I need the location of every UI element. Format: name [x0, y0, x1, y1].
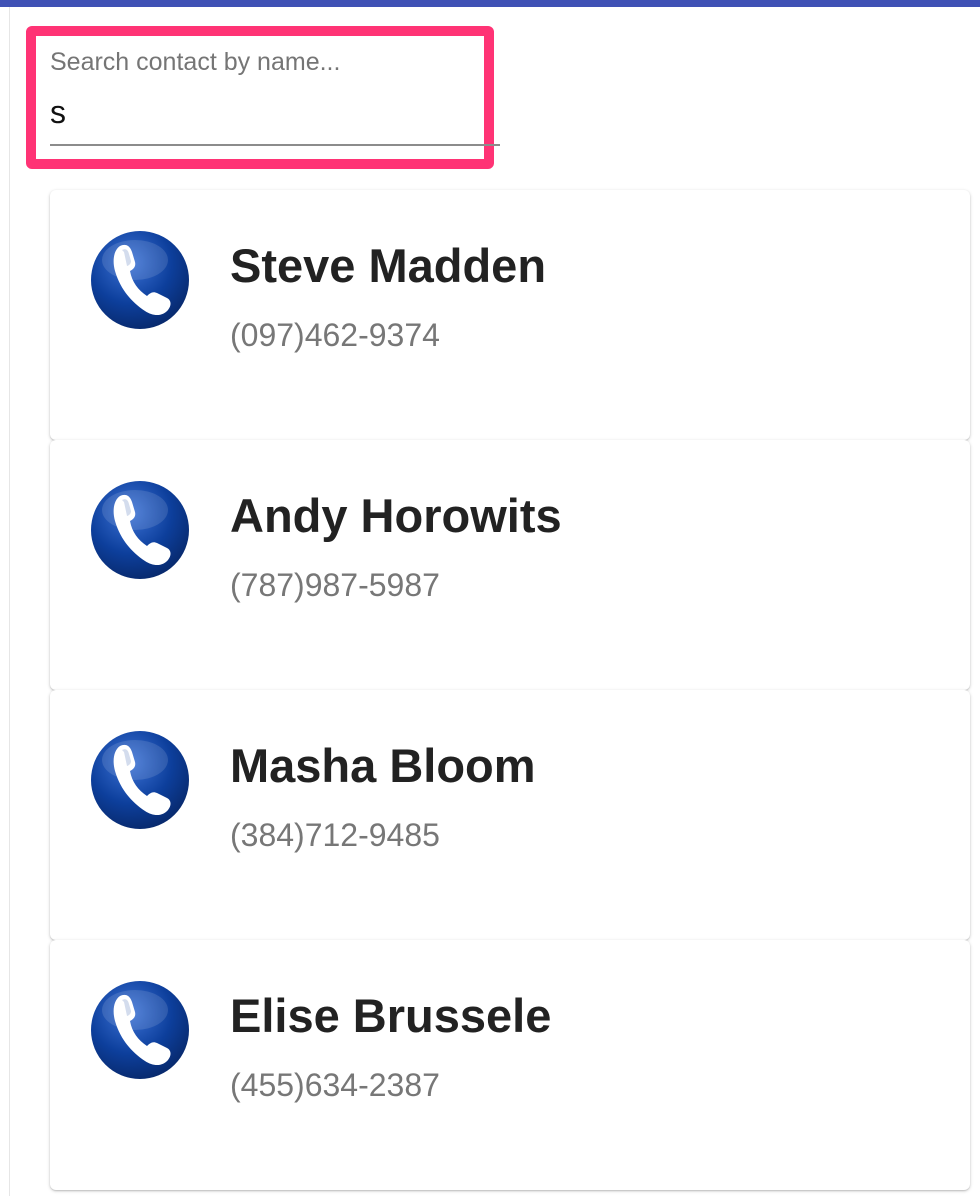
- contact-card[interactable]: Elise Brussele (455)634-2387: [50, 940, 970, 1190]
- contact-phone: (787)987-5987: [230, 567, 440, 603]
- contact-name: Elise Brussele: [230, 989, 552, 1042]
- contact-card[interactable]: Andy Horowits (787)987-5987: [50, 440, 970, 690]
- contact-name: Steve Madden: [230, 239, 547, 292]
- phone-icon[interactable]: [90, 730, 190, 830]
- app-bar: [0, 0, 980, 7]
- search-input[interactable]: [50, 90, 490, 134]
- phone-icon[interactable]: [90, 230, 190, 330]
- divider: [9, 7, 10, 1196]
- contact-phone: (455)634-2387: [230, 1067, 440, 1103]
- contact-card[interactable]: Masha Bloom (384)712-9485: [50, 690, 970, 940]
- contact-name: Masha Bloom: [230, 739, 536, 792]
- contact-phone: (384)712-9485: [230, 817, 440, 853]
- phone-icon[interactable]: [90, 980, 190, 1080]
- contact-card[interactable]: Steve Madden (097)462-9374: [50, 190, 970, 440]
- contact-phone: (097)462-9374: [230, 317, 440, 353]
- contact-name: Andy Horowits: [230, 489, 562, 542]
- contact-list: Steve Madden (097)462-9374 Andy Horowits…: [50, 190, 970, 1190]
- phone-icon[interactable]: [90, 480, 190, 580]
- search-field[interactable]: Search contact by name...: [50, 40, 500, 146]
- search-label: Search contact by name...: [50, 48, 341, 76]
